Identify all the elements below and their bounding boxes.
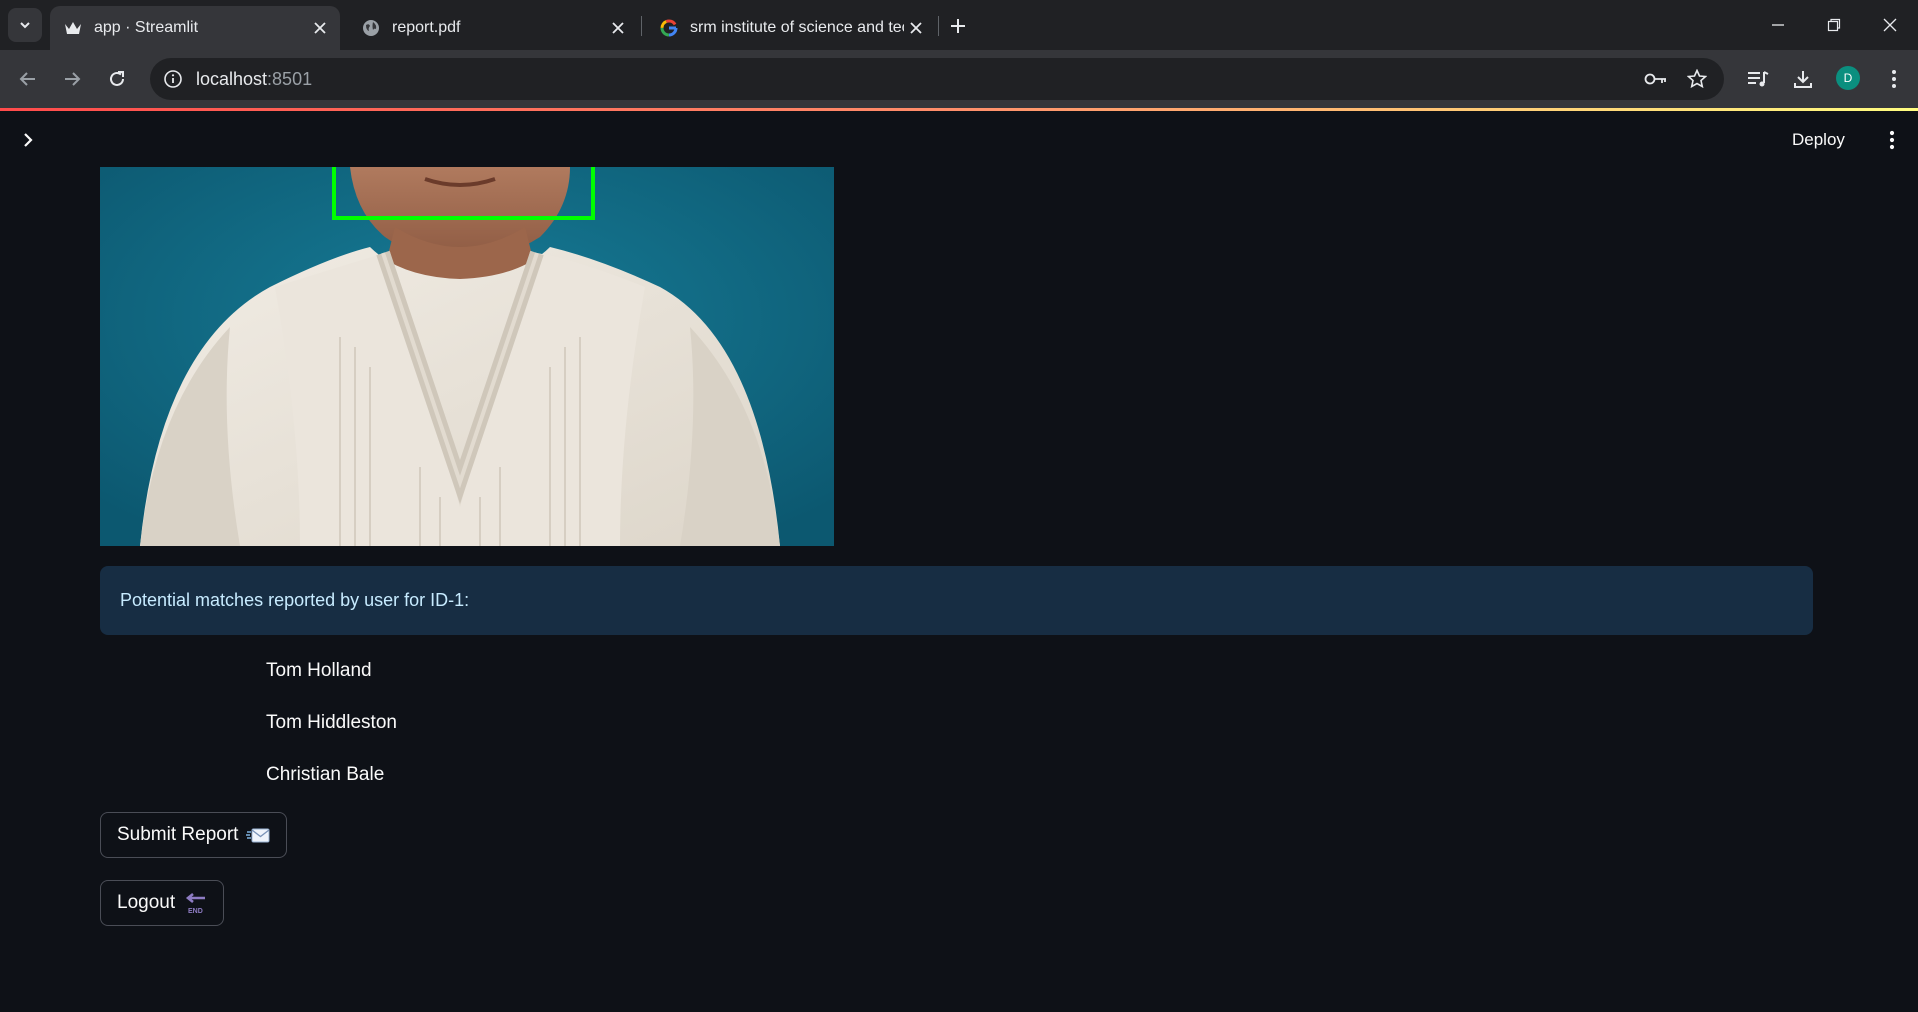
submit-report-button[interactable]: Submit Report (100, 812, 288, 858)
site-info-icon[interactable] (162, 68, 184, 90)
streamlit-crown-icon (64, 19, 82, 37)
main-menu-button[interactable] (1880, 126, 1904, 154)
globe-icon (362, 19, 380, 37)
forward-button[interactable] (56, 63, 88, 95)
minimize-icon (1772, 24, 1784, 26)
close-tab-icon[interactable] (606, 16, 630, 40)
incoming-envelope-icon (246, 826, 270, 844)
download-icon[interactable] (1789, 65, 1817, 93)
tab-title: app · Streamlit (94, 19, 199, 36)
bookmark-star-icon[interactable] (1685, 67, 1709, 91)
match-item: Tom Holland (266, 660, 372, 681)
tab-title: report.pdf (392, 19, 461, 36)
url-host: localhost (196, 69, 268, 89)
browser-tabstrip: app · Streamlit report.pdf srm institute… (0, 0, 1918, 50)
logout-button[interactable]: Logout END (100, 880, 225, 926)
person-photo-illustration (100, 167, 834, 546)
tab-report-pdf[interactable]: report.pdf (348, 6, 638, 50)
url-port: :8501 (267, 69, 313, 89)
tab-separator (938, 16, 939, 36)
tab-google-search[interactable]: srm institute of science and tec (646, 6, 936, 50)
match-item: Tom Hiddleston (266, 712, 397, 733)
match-item: Christian Bale (266, 764, 385, 785)
restore-icon (1827, 18, 1841, 32)
info-alert: Potential matches reported by user for I… (100, 566, 1813, 635)
detected-face-image (100, 167, 834, 546)
arrow-left-icon (19, 72, 35, 86)
minimize-button[interactable] (1760, 10, 1796, 40)
tab-separator (641, 16, 642, 36)
end-arrow-icon: END (183, 892, 207, 914)
browser-menu-icon[interactable] (1880, 65, 1908, 93)
profile-avatar[interactable]: D (1836, 66, 1860, 90)
chevron-right-icon (24, 133, 33, 147)
browser-toolbar: localhost:8501 (0, 50, 1918, 108)
close-tab-icon[interactable] (308, 16, 332, 40)
new-tab-button[interactable] (944, 12, 972, 40)
more-vertical-icon (1889, 130, 1895, 150)
close-window-button[interactable] (1872, 10, 1908, 40)
info-alert-text: Potential matches reported by user for I… (120, 590, 470, 610)
submit-report-label: Submit Report (117, 824, 239, 845)
media-controls-icon[interactable] (1744, 65, 1772, 93)
deploy-button[interactable]: Deploy (1792, 126, 1845, 154)
password-key-icon[interactable] (1644, 67, 1668, 91)
close-icon (1883, 18, 1897, 32)
tab-search-button[interactable] (8, 8, 42, 42)
tab-streamlit-app[interactable]: app · Streamlit (50, 6, 340, 50)
reload-button[interactable] (101, 63, 133, 95)
chevron-down-icon (20, 22, 30, 29)
logout-label: Logout (117, 892, 176, 913)
tab-title: srm institute of science and tec (690, 19, 904, 36)
close-tab-icon[interactable] (904, 16, 928, 40)
restore-button[interactable] (1816, 10, 1852, 40)
url-text: localhost:8501 (196, 69, 312, 90)
google-icon (660, 19, 678, 37)
plus-icon (951, 19, 965, 33)
sidebar-expand-button[interactable] (16, 128, 40, 152)
back-button[interactable] (12, 63, 44, 95)
address-bar[interactable]: localhost:8501 (150, 58, 1724, 100)
reload-icon (110, 71, 124, 86)
svg-text:END: END (188, 908, 203, 914)
arrow-right-icon (65, 72, 81, 86)
streamlit-decoration-bar (0, 108, 1918, 111)
